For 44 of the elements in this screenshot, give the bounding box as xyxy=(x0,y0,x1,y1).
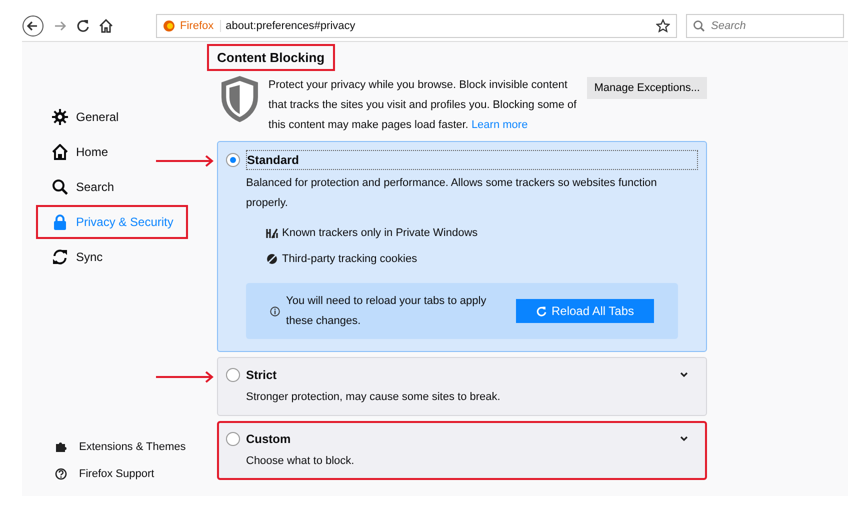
star-icon[interactable] xyxy=(656,18,670,32)
reload-icon[interactable] xyxy=(76,18,90,32)
forward-icon[interactable] xyxy=(53,18,67,32)
gear-icon xyxy=(52,109,68,125)
notice-text: You will need to reload your tabs to apply these changes. xyxy=(286,294,488,329)
option-description: Choose what to block. xyxy=(246,454,356,469)
home-icon[interactable] xyxy=(99,18,113,32)
chevron-icon[interactable] xyxy=(680,372,688,378)
address-bar[interactable]: Firefox about:preferences#privacy xyxy=(156,14,677,38)
back-icon[interactable] xyxy=(22,14,44,36)
sidebar-item[interactable]: Home xyxy=(38,137,186,167)
reload-all-tabs-button[interactable]: Reload All Tabs xyxy=(516,299,654,323)
help-icon xyxy=(55,468,67,480)
sidebar-item[interactable]: Search xyxy=(38,172,186,202)
feature-label: Third-party tracking cookies xyxy=(282,253,418,265)
option-description: Balanced for protection and performance. Allows some trackers so websites function properly. xyxy=(246,176,658,211)
site-identity: Firefox xyxy=(180,20,221,32)
section-description: Protect your privacy while you browse. Block invisible content that tracks the sites you visit and profiles you. Blocking some of this content may make pages load faster. Learn more xyxy=(268,78,578,133)
home-icon xyxy=(52,144,68,160)
sidebar-item[interactable]: Sync xyxy=(38,242,186,272)
sync-icon xyxy=(52,249,68,265)
option-description: Stronger protection, may cause some sites to break. xyxy=(246,390,502,405)
search-icon xyxy=(52,179,68,195)
flame-logo-icon xyxy=(163,20,175,32)
chevron-icon[interactable] xyxy=(680,436,688,442)
puzzle-icon xyxy=(55,441,67,453)
manage-exceptions-button[interactable]: Manage Exceptions... xyxy=(587,77,707,99)
search-field[interactable]: Search xyxy=(686,14,844,38)
url-text: about:preferences#privacy xyxy=(226,20,356,32)
lock-icon xyxy=(52,214,68,230)
sidebar-link[interactable]: Firefox Support xyxy=(55,468,217,480)
option-label: Strict xyxy=(246,367,278,384)
option-label: Custom xyxy=(246,431,292,448)
reload-icon xyxy=(536,306,546,316)
shield-icon xyxy=(221,75,258,123)
radio-button[interactable] xyxy=(226,368,240,382)
sidebar-link[interactable]: Extensions & Themes xyxy=(55,441,217,453)
radio-button[interactable] xyxy=(226,432,240,446)
section-heading: Content Blocking xyxy=(209,46,333,69)
radio-button[interactable] xyxy=(226,153,240,167)
option-label: Standard xyxy=(246,150,698,170)
sidebar-item[interactable]: General xyxy=(38,102,186,132)
feature-label: Known trackers only in Private Windows xyxy=(282,227,478,239)
info-icon xyxy=(270,306,280,316)
